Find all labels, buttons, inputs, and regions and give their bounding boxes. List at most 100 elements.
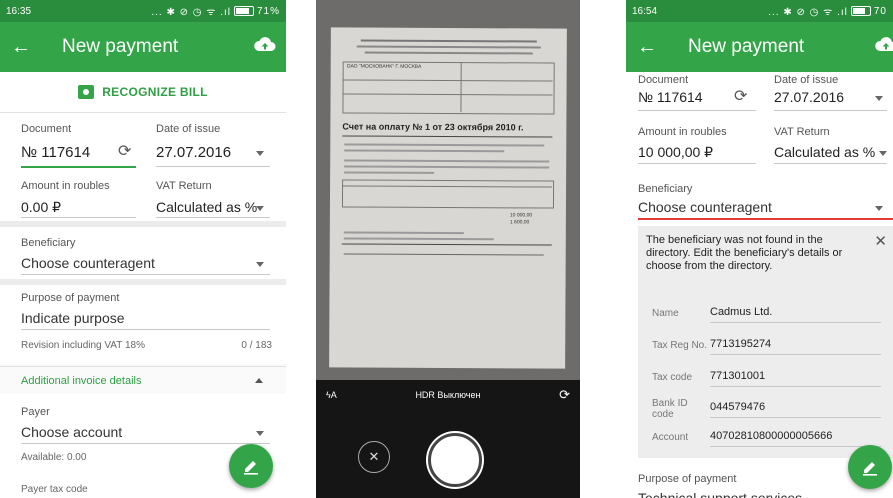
bank-id-key: Bank ID code bbox=[652, 398, 688, 420]
purpose-input[interactable]: Indicate purpose bbox=[21, 310, 125, 326]
close-icon: ✕ bbox=[368, 449, 380, 464]
payer-label: Payer bbox=[21, 406, 50, 418]
edit-fab-button[interactable] bbox=[848, 445, 892, 489]
document-label: Document bbox=[21, 123, 72, 135]
invoice-vat-total: 1 600,00 bbox=[509, 219, 530, 226]
status-icons: ... ✱ ⊘ ◷ ᯤ .ıl bbox=[768, 7, 848, 18]
document-number-input[interactable]: № 117614 bbox=[21, 144, 90, 161]
payer-tax-label: Payer tax code bbox=[21, 484, 88, 495]
refresh-icon[interactable]: ⟳ bbox=[118, 141, 131, 161]
notice-message: The beneficiary was not found in the dir… bbox=[646, 234, 843, 272]
tax-reg-key: Tax Reg No. bbox=[652, 340, 708, 351]
pencil-icon bbox=[244, 461, 258, 475]
bank-id-input[interactable]: 044579476 bbox=[710, 401, 765, 413]
date-dropdown-icon[interactable] bbox=[256, 151, 264, 156]
camera-icon bbox=[78, 85, 95, 99]
beneficiary-dropdown-icon[interactable] bbox=[875, 206, 883, 211]
additional-details-toggle[interactable]: Additional invoice details bbox=[0, 366, 286, 395]
document-section: Document № 117614 ⟳ Date of issue 27.07.… bbox=[0, 113, 286, 221]
beneficiary-select[interactable]: Choose counteragent bbox=[638, 199, 772, 215]
amount-label: Amount in roubles bbox=[638, 126, 727, 138]
purpose-hint: Revision including VAT 18% bbox=[21, 340, 145, 351]
beneficiary-not-found-card: The beneficiary was not found in the dir… bbox=[638, 226, 893, 458]
app-bar: ← New payment bbox=[0, 22, 286, 72]
amount-underline bbox=[21, 217, 136, 218]
close-camera-button[interactable]: ✕ bbox=[358, 441, 390, 473]
payer-dropdown-icon[interactable] bbox=[256, 431, 264, 436]
vat-select[interactable]: Calculated as % bbox=[774, 144, 875, 160]
vat-dropdown-icon[interactable] bbox=[879, 151, 887, 156]
tax-code-input[interactable]: 771301001 bbox=[710, 370, 765, 382]
beneficiary-error-underline bbox=[638, 218, 893, 220]
back-arrow-icon[interactable]: ← bbox=[0, 36, 42, 59]
vat-underline bbox=[156, 217, 270, 218]
document-label: Document bbox=[638, 74, 689, 86]
shutter-button[interactable] bbox=[428, 433, 482, 487]
recognize-bill-button[interactable]: RECOGNIZE BILL bbox=[0, 72, 286, 113]
status-bar: 16:54 ... ✱ ⊘ ◷ ᯤ .ıl 70 bbox=[626, 0, 893, 22]
vat-underline bbox=[774, 163, 887, 164]
tax-reg-underline bbox=[710, 354, 881, 355]
recognize-bill-label: RECOGNIZE BILL bbox=[102, 85, 208, 99]
date-dropdown-icon[interactable] bbox=[875, 96, 883, 101]
document-underline bbox=[21, 166, 136, 168]
purpose-underline bbox=[21, 329, 270, 330]
back-arrow-icon[interactable]: ← bbox=[626, 36, 668, 59]
page-title: New payment bbox=[62, 36, 179, 57]
cloud-upload-icon[interactable] bbox=[254, 36, 276, 52]
amount-input[interactable]: 0.00 ₽ bbox=[21, 199, 61, 216]
vat-select[interactable]: Calculated as % bbox=[156, 199, 257, 215]
payment-screen-1: 16:35 ... ✱ ⊘ ◷ ᯤ .ıl 71% ← New payment … bbox=[0, 0, 286, 498]
vat-label: VAT Return bbox=[156, 180, 212, 192]
camera-toolbar: ϟA HDR Выключен ⟳ bbox=[316, 382, 580, 408]
vat-dropdown-icon[interactable] bbox=[256, 206, 264, 211]
beneficiary-dropdown-icon[interactable] bbox=[256, 262, 264, 267]
flash-auto-icon[interactable]: ϟA bbox=[326, 390, 337, 400]
invoice-document-image: ОАО "МОСКОВАНК" Г. МОСКВА Счет на оплату… bbox=[329, 27, 567, 369]
goods-table bbox=[341, 179, 555, 209]
invoice-total: 10 000,00 bbox=[509, 212, 533, 219]
app-bar: ← New payment bbox=[626, 22, 893, 72]
beneficiary-section: Beneficiary Choose counteragent bbox=[0, 227, 286, 279]
page-title: New payment bbox=[688, 36, 805, 57]
payment-screen-2: 16:54 ... ✱ ⊘ ◷ ᯤ .ıl 70 ← New payment D… bbox=[626, 0, 893, 498]
hdr-toggle[interactable]: HDR Выключен bbox=[415, 390, 480, 400]
battery-level: 70 bbox=[873, 5, 887, 17]
document-underline bbox=[638, 110, 756, 111]
payer-available: Available: 0.00 bbox=[21, 452, 87, 463]
cloud-upload-icon[interactable] bbox=[875, 36, 893, 52]
tax-reg-input[interactable]: 7713195274 bbox=[710, 338, 771, 350]
date-input[interactable]: 27.07.2016 bbox=[774, 89, 844, 105]
status-bar: 16:35 ... ✱ ⊘ ◷ ᯤ .ıl 71% bbox=[0, 0, 286, 22]
name-input[interactable]: Cadmus Ltd. bbox=[710, 306, 772, 318]
battery-icon bbox=[850, 6, 871, 16]
bank-id-underline bbox=[710, 417, 881, 418]
status-time: 16:35 bbox=[6, 5, 32, 17]
date-label: Date of issue bbox=[774, 74, 839, 86]
purpose-label: Purpose of payment bbox=[638, 473, 737, 485]
amount-underline bbox=[638, 163, 756, 164]
edit-fab-button[interactable] bbox=[229, 444, 273, 488]
refresh-icon[interactable]: ⟳ bbox=[734, 86, 747, 106]
date-input[interactable]: 27.07.2016 bbox=[156, 144, 231, 161]
purpose-section: Purpose of payment Indicate purpose Revi… bbox=[0, 285, 286, 364]
document-number-input[interactable]: № 117614 bbox=[638, 89, 703, 105]
invoice-header-text: Счет на оплату № 1 от 23 октября 2010 г. bbox=[342, 121, 524, 133]
amount-input[interactable]: 10 000,00 ₽ bbox=[638, 144, 713, 161]
switch-camera-icon[interactable]: ⟳ bbox=[559, 387, 570, 403]
pencil-icon bbox=[863, 462, 877, 476]
battery-icon bbox=[233, 6, 254, 16]
additional-details-label: Additional invoice details bbox=[21, 375, 142, 387]
chevron-up-icon[interactable] bbox=[255, 378, 263, 383]
purpose-input[interactable]: Technical support services bbox=[638, 490, 802, 498]
payer-select[interactable]: Choose account bbox=[21, 424, 122, 440]
account-input[interactable]: 40702810800000005666 bbox=[710, 430, 832, 442]
payer-underline bbox=[21, 443, 270, 444]
date-label: Date of issue bbox=[156, 123, 221, 135]
account-key: Account bbox=[652, 432, 689, 443]
camera-screen: ОАО "МОСКОВАНК" Г. МОСКВА Счет на оплату… bbox=[316, 0, 580, 498]
close-icon[interactable]: ✕ bbox=[874, 232, 887, 250]
status-time: 16:54 bbox=[632, 5, 658, 17]
amount-label: Amount in roubles bbox=[21, 180, 110, 192]
beneficiary-select[interactable]: Choose counteragent bbox=[21, 255, 155, 271]
